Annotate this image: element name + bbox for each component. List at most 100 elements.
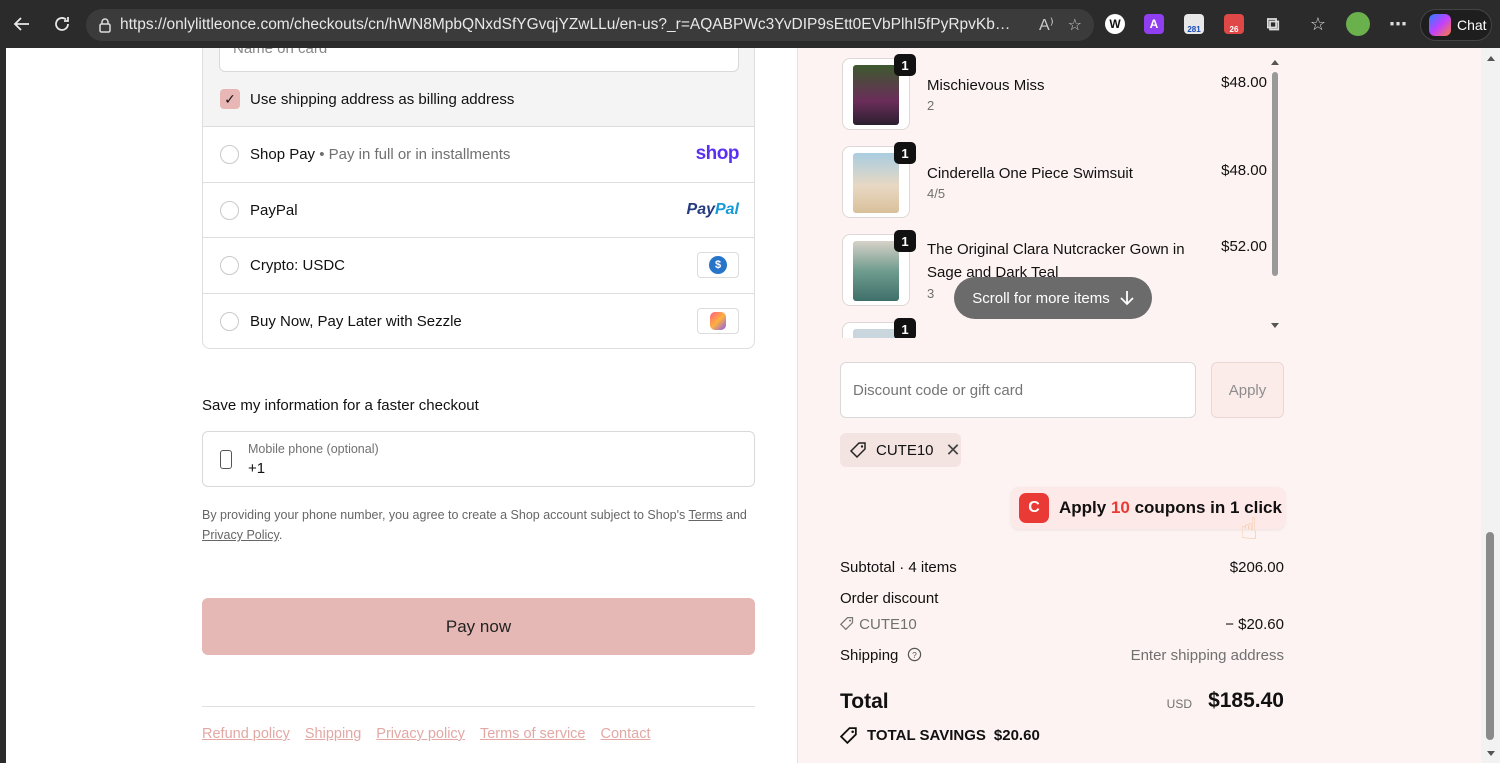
coupon-count: 10 <box>1110 498 1130 517</box>
window-edge <box>0 48 6 763</box>
ext-badge-count: 281 <box>1187 25 1201 34</box>
product-image <box>853 65 899 125</box>
shipping-value: Enter shipping address <box>1130 647 1284 664</box>
copilot-chat-button[interactable]: Chat <box>1420 9 1492 41</box>
total-label: Total <box>840 690 889 713</box>
subtotal-value: $206.00 <box>1229 559 1284 576</box>
radio-button[interactable] <box>220 312 239 331</box>
product-variant: 4/5 <box>927 186 946 201</box>
favorite-star-icon[interactable]: ☆ <box>1068 15 1082 35</box>
apply-discount-button[interactable]: Apply <box>1211 362 1284 418</box>
product-variant: 2 <box>927 98 935 113</box>
shipping-link[interactable]: Shipping <box>305 726 361 742</box>
address-bar[interactable]: https://onlylittleonce.com/checkouts/cn/… <box>86 9 1094 41</box>
remove-discount-icon[interactable]: ✕ <box>946 440 961 461</box>
svg-text:?: ? <box>912 650 917 660</box>
product-image <box>853 241 899 301</box>
privacy-policy-footer-link[interactable]: Privacy policy <box>376 726 465 742</box>
page-scroll-thumb[interactable] <box>1486 532 1494 740</box>
usdc-icon: $ <box>709 256 727 274</box>
terms-of-service-link[interactable]: Terms of service <box>480 726 586 742</box>
payment-option-sezzle[interactable]: Buy Now, Pay Later with Sezzle <box>203 293 754 348</box>
radio-button[interactable] <box>220 145 239 164</box>
legal-text: By providing your phone number, you agre… <box>202 508 689 522</box>
privacy-policy-link[interactable]: Privacy Policy <box>202 528 279 542</box>
phone-field-value: +1 <box>248 460 266 477</box>
legal-and: and <box>722 508 747 522</box>
favorites-icon[interactable]: ☆ <box>1308 14 1328 34</box>
product-image <box>853 153 899 213</box>
copilot-icon <box>1429 14 1451 36</box>
phone-field-label: Mobile phone (optional) <box>248 442 379 456</box>
product-price: $48.00 <box>1221 162 1267 179</box>
refresh-icon[interactable] <box>48 10 76 38</box>
tag-icon <box>850 442 866 459</box>
applied-discount-tag: CUTE10 ✕ <box>840 433 961 467</box>
paypal-logo: PayPal <box>687 201 739 219</box>
same-address-label: Use shipping address as billing address <box>250 91 515 108</box>
extension-a-icon[interactable]: A <box>1144 14 1164 34</box>
order-discount-row: Order discount <box>840 590 1284 607</box>
quantity-badge: 1 <box>894 142 916 164</box>
lock-icon <box>99 18 111 33</box>
items-scroll-thumb[interactable] <box>1272 72 1278 276</box>
chat-label: Chat <box>1457 17 1487 33</box>
order-discount-label: Order discount <box>840 590 939 607</box>
pointer-hand-icon: ☝ <box>1240 513 1259 546</box>
url-text: https://onlylittleonce.com/checkouts/cn/… <box>120 16 1020 33</box>
contact-link[interactable]: Contact <box>601 726 651 742</box>
payment-methods-list: Shop Pay • Pay in full or in installment… <box>202 126 755 349</box>
paypal-logo-a: Pay <box>686 201 715 218</box>
payment-label: PayPal <box>250 202 298 219</box>
tag-icon <box>839 617 854 631</box>
payment-option-paypal[interactable]: PayPal PayPal <box>203 182 754 237</box>
subtotal-label: Subtotal · 4 items <box>840 559 957 576</box>
product-price: $48.00 <box>1221 74 1267 91</box>
extensions-puzzle-icon[interactable]: ⧉ <box>1263 14 1283 34</box>
quantity-badge: 1 <box>894 54 916 76</box>
more-menu-icon[interactable]: ⋯ <box>1388 14 1408 34</box>
coupon-prefix: Apply <box>1059 498 1111 517</box>
total-value: $185.40 <box>1208 689 1284 712</box>
cart-item: 1 Cinderella One Piece Swimsuit 4/5 $48.… <box>840 136 1270 218</box>
mobile-phone-field[interactable]: Mobile phone (optional) +1 <box>202 431 755 487</box>
extension-w-icon[interactable]: W <box>1105 14 1125 34</box>
radio-button[interactable] <box>220 201 239 220</box>
same-address-checkbox[interactable]: ✓ <box>220 89 240 109</box>
payment-label: Buy Now, Pay Later with Sezzle <box>250 313 462 330</box>
calendar-extension-icon[interactable]: 281 <box>1184 14 1204 34</box>
profile-avatar[interactable] <box>1346 12 1370 36</box>
footer-links: Refund policy Shipping Privacy policy Te… <box>202 726 650 742</box>
payment-option-crypto[interactable]: Crypto: USDC $ <box>203 237 754 292</box>
payment-label: Shop Pay <box>250 146 316 163</box>
sezzle-logo-box <box>697 308 739 334</box>
scroll-hint-label: Scroll for more items <box>972 289 1110 307</box>
scroll-for-more-button[interactable]: Scroll for more items <box>954 277 1152 319</box>
refund-policy-link[interactable]: Refund policy <box>202 726 290 742</box>
ext-badge-count-2: 26 <box>1229 25 1239 34</box>
radio-button[interactable] <box>220 256 239 275</box>
payment-sub-separator: • <box>315 146 329 163</box>
quantity-badge: 1 <box>894 230 916 252</box>
savings-value: $20.60 <box>993 727 1040 744</box>
read-aloud-icon[interactable]: A⁾ <box>1039 15 1054 35</box>
coupon-extension-icon[interactable]: 26 <box>1224 14 1244 34</box>
back-icon[interactable] <box>8 10 36 38</box>
coupon-extension-logo-icon: C <box>1019 493 1049 523</box>
help-circle-icon[interactable]: ? <box>907 647 922 662</box>
shipping-label: Shipping <box>840 647 899 664</box>
cart-item: 1 Mischievous Miss 2 $48.00 <box>840 48 1270 130</box>
discount-code-row: CUTE10 − $20.60 <box>839 616 1284 633</box>
discount-code-input[interactable] <box>840 362 1196 418</box>
payment-option-shop-pay[interactable]: Shop Pay • Pay in full or in installment… <box>203 127 754 182</box>
discount-value: − $20.60 <box>1225 616 1284 633</box>
product-name: Mischievous Miss <box>927 77 1045 94</box>
total-savings: TOTAL SAVINGS $20.60 <box>840 726 1040 745</box>
name-on-card-input[interactable]: Name on card <box>219 48 739 72</box>
pay-now-button[interactable]: Pay now <box>202 598 755 655</box>
items-scrollbar[interactable] <box>1270 58 1280 334</box>
terms-link[interactable]: Terms <box>689 508 723 522</box>
legal-period: . <box>278 528 283 542</box>
arrow-down-icon <box>1120 291 1134 306</box>
savings-label: TOTAL SAVINGS <box>867 727 986 744</box>
